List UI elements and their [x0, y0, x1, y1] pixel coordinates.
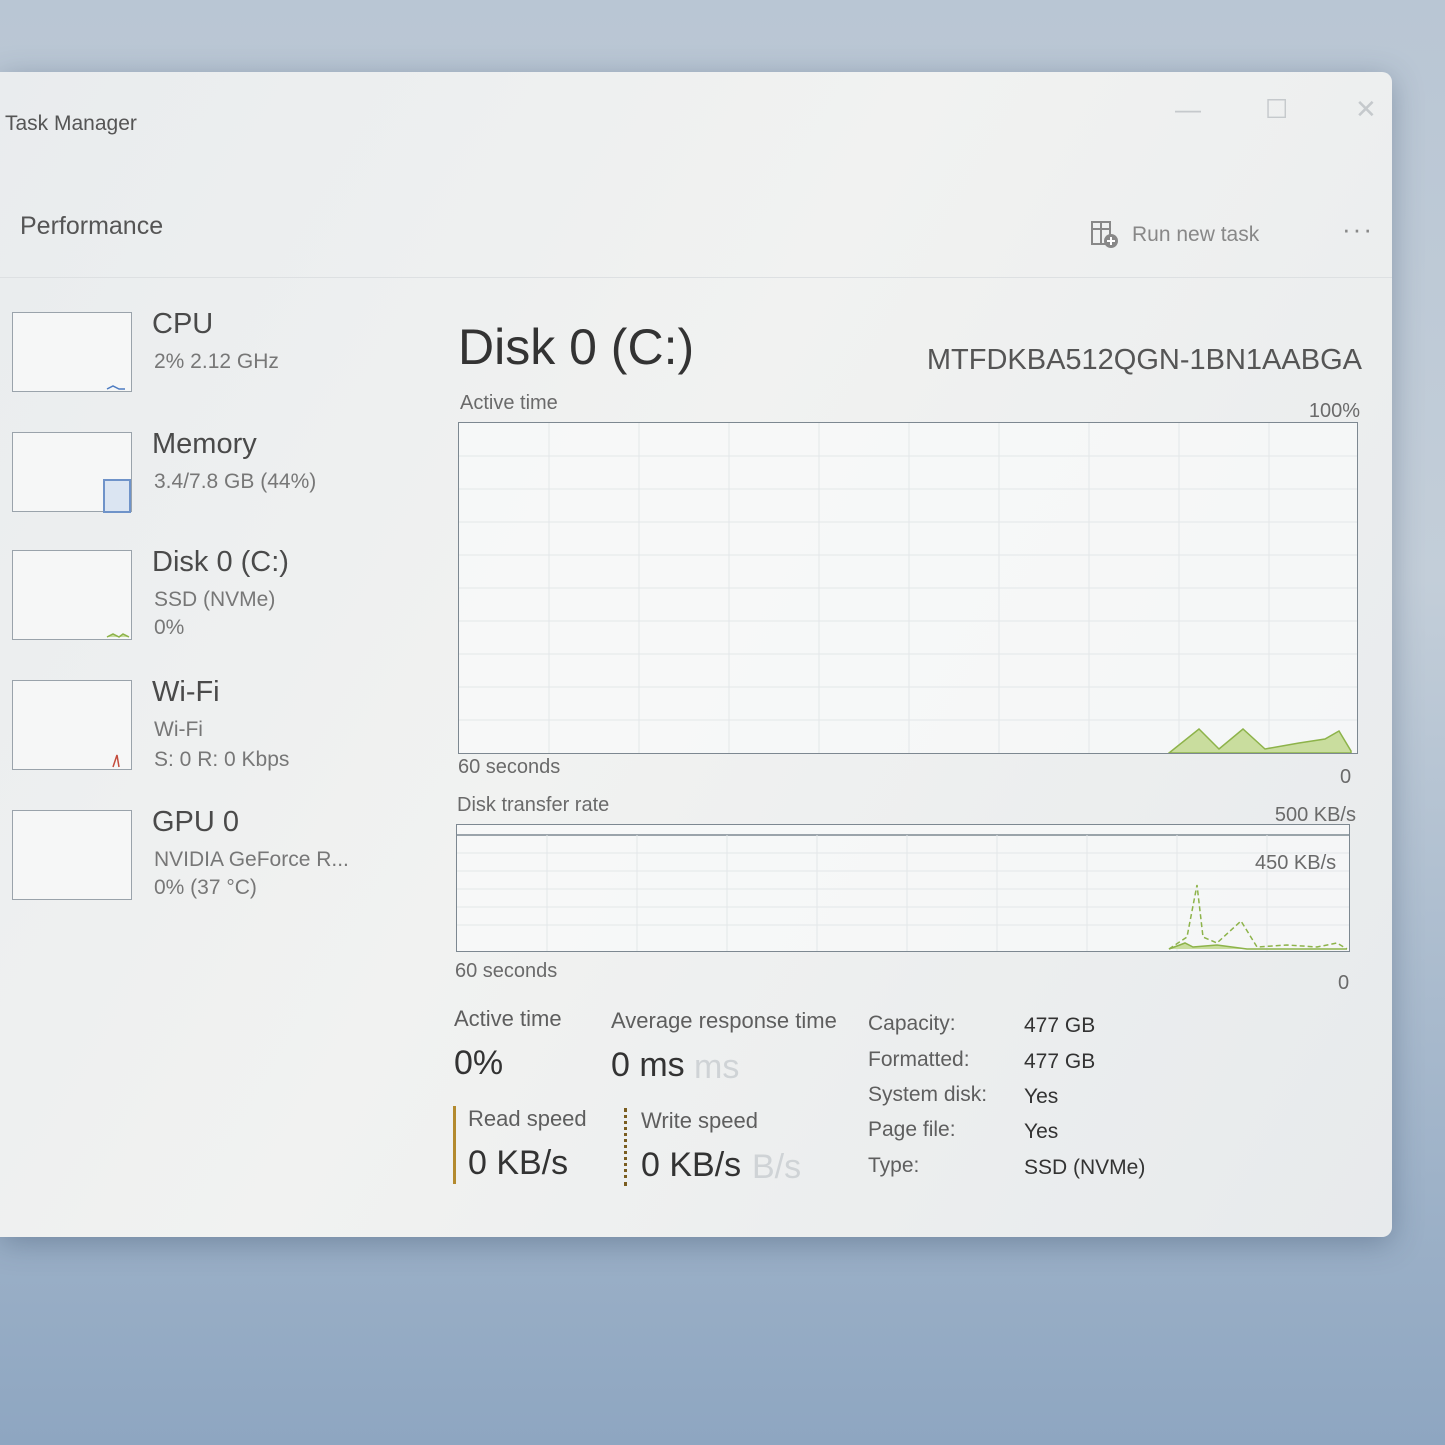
window-title: Task Manager — [5, 112, 137, 135]
run-new-task-button[interactable]: Run new task — [1090, 220, 1259, 250]
page-title: Performance — [20, 212, 164, 240]
type-value: SSD (NVMe) — [1024, 1156, 1146, 1179]
active-time-label: Active time — [454, 1006, 562, 1031]
write-speed-indicator — [624, 1108, 627, 1186]
minimize-icon[interactable]: — — [1175, 94, 1201, 125]
active-time-graph-duration: 60 seconds — [458, 756, 561, 778]
write-speed-ghost: B/s — [752, 1148, 802, 1186]
capacity-label: Capacity: — [868, 1012, 956, 1035]
sidebar-item-memory-detail: 3.4/7.8 GB (44%) — [154, 470, 317, 493]
sidebar-item-disk[interactable]: Disk 0 (C:) SSD (NVMe) 0% — [12, 546, 412, 642]
page-file-label: Page file: — [868, 1118, 956, 1141]
transfer-rate-graph-min: 0 — [1338, 972, 1350, 994]
avg-response-label: Average response time — [611, 1008, 837, 1033]
system-disk-label: System disk: — [868, 1083, 988, 1106]
write-speed-label: Write speed — [641, 1108, 758, 1133]
sidebar-item-disk-usage: 0% — [154, 616, 185, 639]
maximize-icon[interactable]: ☐ — [1265, 94, 1288, 125]
sidebar-item-cpu[interactable]: CPU 2% 2.12 GHz — [12, 308, 412, 404]
memory-thumbnail-graph — [12, 432, 132, 513]
cpu-thumbnail-graph — [12, 312, 132, 392]
sidebar-item-memory[interactable]: Memory 3.4/7.8 GB (44%) — [12, 428, 412, 524]
task-manager-window: Task Manager — ☐ ✕ Performance Run new t… — [0, 72, 1392, 1237]
write-speed-value: 0 KB/s — [641, 1146, 742, 1184]
gpu-thumbnail-graph — [12, 810, 132, 900]
sidebar-item-gpu-model: NVIDIA GeForce R... — [154, 848, 349, 871]
transfer-rate-graph-inner-max: 450 KB/s — [1255, 852, 1337, 874]
read-speed-label: Read speed — [468, 1106, 587, 1131]
title-bar: Task Manager — ☐ ✕ — [0, 72, 1392, 172]
avg-response-ghost: ms — [694, 1048, 740, 1086]
sidebar-item-disk-label: Disk 0 (C:) — [152, 546, 289, 578]
disk-thumbnail-graph — [12, 550, 132, 640]
sidebar-item-wifi-adapter: Wi-Fi — [154, 718, 203, 741]
transfer-rate-graph — [456, 824, 1350, 952]
run-task-icon — [1091, 221, 1118, 248]
type-label: Type: — [868, 1154, 920, 1177]
sidebar-item-gpu[interactable]: GPU 0 NVIDIA GeForce R... 0% (37 °C) — [12, 806, 412, 902]
sidebar-item-disk-type: SSD (NVMe) — [154, 588, 276, 611]
active-time-graph — [458, 422, 1358, 754]
avg-response-value: 0 ms — [611, 1046, 685, 1084]
close-icon[interactable]: ✕ — [1355, 94, 1377, 125]
active-time-value: 0% — [454, 1044, 504, 1082]
sidebar-item-wifi-throughput: S: 0 R: 0 Kbps — [154, 748, 290, 771]
transfer-rate-graph-duration: 60 seconds — [455, 960, 558, 982]
disk-title: Disk 0 (C:) — [458, 319, 695, 375]
page-file-value: Yes — [1024, 1120, 1059, 1143]
active-time-graph-max: 100% — [1308, 400, 1360, 422]
sidebar-item-cpu-label: CPU — [152, 308, 214, 340]
system-disk-value: Yes — [1024, 1085, 1059, 1108]
run-new-task-label: Run new task — [1132, 223, 1260, 246]
active-time-graph-label: Active time — [460, 392, 558, 414]
read-speed-indicator — [453, 1106, 456, 1184]
disk-model: MTFDKBA512QGN-1BN1AABGA — [926, 344, 1362, 376]
sidebar-item-wifi[interactable]: Wi-Fi Wi-Fi S: 0 R: 0 Kbps — [12, 676, 412, 772]
transfer-rate-graph-label: Disk transfer rate — [457, 794, 610, 816]
sidebar-item-memory-label: Memory — [152, 428, 257, 460]
more-options-icon[interactable]: ··· — [1342, 214, 1374, 245]
sidebar-item-gpu-usage: 0% (37 °C) — [154, 876, 257, 899]
read-speed-value: 0 KB/s — [468, 1144, 569, 1182]
active-time-graph-min: 0 — [1340, 766, 1352, 788]
header-divider — [0, 277, 1392, 278]
wifi-thumbnail-graph — [12, 680, 132, 770]
formatted-label: Formatted: — [868, 1048, 970, 1071]
sidebar-item-cpu-detail: 2% 2.12 GHz — [154, 350, 279, 373]
sidebar-item-gpu-label: GPU 0 — [152, 806, 240, 838]
sidebar-item-wifi-label: Wi-Fi — [152, 676, 220, 708]
capacity-value: 477 GB — [1024, 1014, 1096, 1037]
formatted-value: 477 GB — [1024, 1050, 1096, 1073]
